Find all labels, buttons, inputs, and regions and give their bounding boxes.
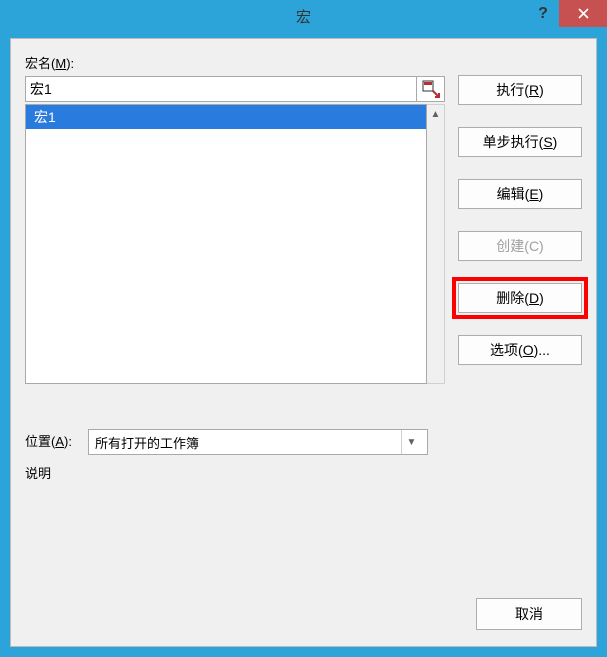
macro-name-input-wrap xyxy=(25,76,445,102)
dialog-body: 宏名(M): 宏1 ▲ xyxy=(10,38,597,647)
cancel-button[interactable]: 取消 xyxy=(476,598,582,630)
edit-button[interactable]: 编辑(E) xyxy=(458,179,582,209)
location-dropdown-value: 所有打开的工作簿 xyxy=(95,433,401,452)
macro-name-label: 宏名(M): xyxy=(25,53,582,76)
chevron-down-icon: ▼ xyxy=(401,430,421,454)
list-item[interactable]: 宏1 xyxy=(26,105,426,129)
location-dropdown[interactable]: 所有打开的工作簿 ▼ xyxy=(88,429,428,455)
help-button[interactable]: ? xyxy=(527,0,559,27)
options-button[interactable]: 选项(O)... xyxy=(458,335,582,365)
run-button[interactable]: 执行(R) xyxy=(458,75,582,105)
dialog-title: 宏 xyxy=(296,6,311,27)
reference-icon xyxy=(422,80,440,98)
titlebar-controls: ? xyxy=(527,0,607,27)
macro-dialog-window: 宏 ? 宏名(M): xyxy=(0,0,607,657)
scrollbar[interactable]: ▲ xyxy=(427,104,445,384)
titlebar: 宏 ? xyxy=(0,0,607,32)
create-button: 创建(C) xyxy=(458,231,582,261)
step-button[interactable]: 单步执行(S) xyxy=(458,127,582,157)
macro-name-input[interactable] xyxy=(25,76,417,102)
location-row: 位置(A): 所有打开的工作簿 ▼ xyxy=(25,429,428,455)
macro-list-container: 宏1 ▲ xyxy=(25,104,445,384)
location-label: 位置(A): xyxy=(25,431,72,450)
delete-button[interactable]: 删除(D) xyxy=(458,283,582,313)
macro-list[interactable]: 宏1 xyxy=(25,104,427,384)
action-buttons-column: 执行(R) 单步执行(S) 编辑(E) 创建(C) 删除(D) 选项(O)... xyxy=(458,75,582,365)
cancel-row: 取消 xyxy=(476,598,582,630)
reference-picker-button[interactable] xyxy=(417,76,445,102)
close-icon xyxy=(578,8,589,19)
description-label: 说明 xyxy=(25,463,51,482)
close-button[interactable] xyxy=(559,0,607,27)
scroll-up-arrow-icon[interactable]: ▲ xyxy=(427,105,444,123)
